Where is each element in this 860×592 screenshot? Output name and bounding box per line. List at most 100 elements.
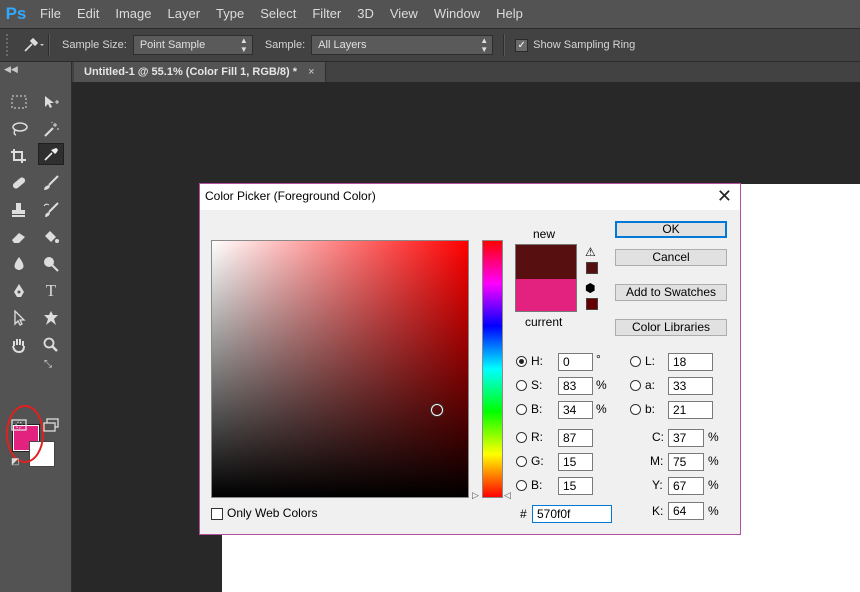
magenta-unit: % [708,454,719,468]
document-tab-bar: Untitled-1 @ 55.1% (Color Fill 1, RGB/8)… [72,62,860,82]
only-web-colors-label: Only Web Colors [227,506,318,520]
lightness-field[interactable]: 18 [668,353,713,371]
b-channel-radio[interactable] [630,404,641,415]
a-channel-field[interactable]: 33 [668,377,713,395]
ok-button[interactable]: OK [615,221,727,238]
menu-view[interactable]: View [382,0,426,28]
blue-field[interactable]: 15 [558,477,593,495]
close-icon[interactable]: ✕ [717,186,732,207]
dodge-icon[interactable] [38,253,64,275]
green-label: G: [531,454,544,468]
cancel-button[interactable]: Cancel [615,249,727,266]
add-to-swatches-button[interactable]: Add to Swatches [615,284,727,301]
black-field[interactable]: 64 [668,502,704,520]
path-selection-icon[interactable] [6,307,32,329]
saturation-field[interactable]: 83 [558,377,593,395]
saturation-brightness-field[interactable] [211,240,469,498]
show-sampling-ring-label: Show Sampling Ring [533,39,636,51]
hue-field[interactable]: 0 [558,353,593,371]
web-safe-color-swatch[interactable] [586,298,598,310]
blue-radio[interactable] [516,480,527,491]
menu-image[interactable]: Image [107,0,159,28]
yellow-unit: % [708,478,719,492]
hue-unit: ° [596,352,601,366]
menu-edit[interactable]: Edit [69,0,107,28]
brush-icon[interactable] [38,172,64,194]
eraser-icon[interactable] [6,226,32,248]
eyedropper-preset-icon[interactable] [22,36,44,54]
type-icon[interactable]: T [38,280,64,302]
healing-brush-icon[interactable] [6,172,32,194]
swap-colors-icon[interactable]: ⤡ [44,359,52,370]
select-arrows-icon: ▲ ▼ [480,36,489,54]
pen-icon[interactable] [6,280,32,302]
move-icon[interactable] [38,91,64,113]
default-colors-icon[interactable]: ◩ [11,456,20,467]
show-sampling-ring-checkbox[interactable]: ✓ [515,38,529,52]
lightness-radio[interactable] [630,356,641,367]
menu-type[interactable]: Type [208,0,252,28]
yellow-field[interactable]: 67 [668,477,704,495]
menu-bar: Ps File Edit Image Layer Type Select Fil… [0,0,860,28]
brightness-field[interactable]: 34 [558,401,593,419]
history-brush-icon[interactable] [38,199,64,221]
saturation-radio[interactable] [516,380,527,391]
tools-panel: ◀◀ T ⤡ ◩ [0,62,72,592]
sample-size-select[interactable]: Point Sample ▲ ▼ [132,35,253,55]
lasso-icon[interactable] [6,118,32,140]
hex-field[interactable]: 570f0f [532,505,612,523]
clone-stamp-icon[interactable] [6,199,32,221]
current-color-swatch[interactable] [516,279,576,311]
paint-bucket-icon[interactable] [38,226,64,248]
menu-3d[interactable]: 3D [349,0,382,28]
sample-size-value: Point Sample [139,39,206,51]
options-separator [503,34,506,56]
menu-layer[interactable]: Layer [160,0,209,28]
gamut-color-swatch[interactable] [586,262,598,274]
zoom-icon[interactable] [38,334,64,356]
menu-window[interactable]: Window [426,0,488,28]
hand-icon[interactable] [6,334,32,356]
collapse-panel-icon[interactable]: ◀◀ [4,64,18,75]
saturation-unit: % [596,378,607,392]
shape-icon[interactable] [38,307,64,329]
gamut-warning-icon[interactable]: ⚠ [585,245,596,259]
red-field[interactable]: 87 [558,429,593,447]
menu-file[interactable]: File [32,0,69,28]
crop-icon[interactable] [6,145,32,167]
select-arrows-icon: ▲ ▼ [239,36,248,54]
hue-radio[interactable] [516,356,527,367]
magenta-field[interactable]: 75 [668,453,704,471]
web-safe-cube-icon[interactable]: ⬢ [585,281,595,295]
menu-help[interactable]: Help [488,0,531,28]
cyan-field[interactable]: 37 [668,429,704,447]
a-channel-radio[interactable] [630,380,641,391]
yellow-label: Y: [652,478,663,492]
menu-select[interactable]: Select [252,0,304,28]
magic-wand-icon[interactable] [38,118,64,140]
hue-slider[interactable] [482,240,503,498]
eyedropper-icon[interactable] [38,143,64,165]
options-grip[interactable] [6,34,12,56]
close-tab-icon[interactable]: × [308,66,314,78]
marquee-icon[interactable] [6,91,32,113]
hue-slider-right-arrow-icon[interactable]: ◁ [504,490,511,501]
color-libraries-button[interactable]: Color Libraries [615,319,727,336]
dialog-titlebar[interactable]: Color Picker (Foreground Color) ✕ [200,184,740,210]
quick-mask-icon[interactable] [6,414,32,436]
hex-label: # [520,507,527,521]
only-web-colors-checkbox[interactable] [211,508,223,520]
green-radio[interactable] [516,456,527,467]
blur-icon[interactable] [6,253,32,275]
cyan-label: C: [652,430,664,444]
hue-slider-left-arrow-icon[interactable]: ▷ [472,490,479,501]
brightness-radio[interactable] [516,404,527,415]
screen-mode-icon[interactable] [38,414,64,436]
document-tab[interactable]: Untitled-1 @ 55.1% (Color Fill 1, RGB/8)… [74,62,326,82]
red-radio[interactable] [516,432,527,443]
menu-filter[interactable]: Filter [304,0,349,28]
sample-select[interactable]: All Layers ▲ ▼ [311,35,494,55]
b-channel-field[interactable]: 21 [668,401,713,419]
green-field[interactable]: 15 [558,453,593,471]
color-field-cursor[interactable] [431,404,443,416]
